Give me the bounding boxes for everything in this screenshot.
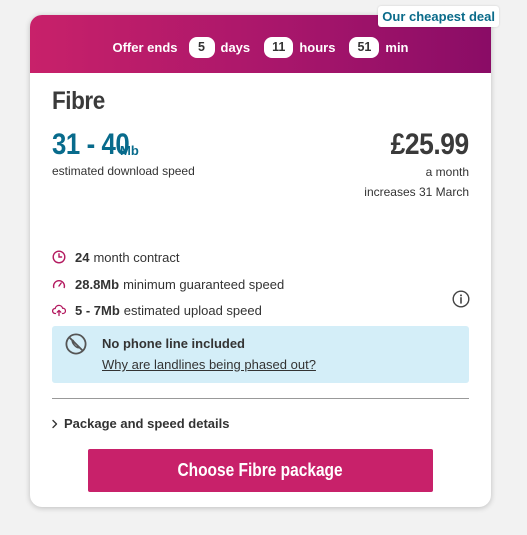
minutes-label: min (385, 39, 409, 55)
feature-upload-speed-value: 5 - 7Mb (75, 302, 120, 318)
price-period: a month (425, 165, 469, 179)
price-increase-note: increases 31 March (364, 185, 469, 199)
choose-package-button[interactable]: Choose Fibre package (88, 449, 433, 492)
choose-package-label: Choose Fibre package (177, 460, 344, 480)
feature-guaranteed-speed-text: minimum guaranteed speed (123, 276, 285, 292)
feature-upload-speed-text: estimated upload speed (123, 302, 262, 318)
landlines-phased-out-link[interactable]: Why are landlines being phased out? (102, 357, 316, 372)
speed-range: 31 - 40 (52, 128, 130, 161)
speedometer-icon (52, 277, 66, 291)
download-speed: 31 - 40 Mb (52, 128, 142, 162)
feature-contract-text: month contract (93, 249, 180, 265)
broadband-deal-card: Offer ends 5 days 11 hours 51 min Our ch… (30, 6, 499, 507)
no-phone-line-notice: No phone line included Why are landlines… (52, 326, 469, 383)
cloud-upload-icon (52, 303, 66, 317)
clock-icon (52, 250, 66, 264)
no-phone-icon (65, 333, 87, 355)
package-details-toggle[interactable]: Package and speed details (50, 416, 229, 431)
days-value: 5 (188, 36, 215, 58)
feature-guaranteed-speed: 28.8Mb minimum guaranteed speed (52, 275, 284, 293)
hours-value: 11 (264, 36, 294, 58)
hours-label: hours (299, 39, 336, 55)
info-icon[interactable] (452, 290, 470, 308)
speed-caption: estimated download speed (52, 164, 195, 178)
offer-ends-label: Offer ends (112, 39, 178, 55)
feature-guaranteed-speed-value: 28.8Mb (75, 276, 120, 292)
feature-contract: 24 month contract (52, 248, 179, 266)
feature-upload-speed: 5 - 7Mb estimated upload speed (52, 301, 262, 319)
chevron-right-icon (50, 419, 60, 429)
plan-name: Fibre (52, 87, 105, 115)
no-phone-line-title: No phone line included (102, 336, 245, 351)
days-label: days (220, 39, 251, 55)
speed-unit: Mb (120, 143, 139, 158)
monthly-price: £25.99 (390, 128, 470, 161)
divider (52, 398, 469, 399)
cheapest-deal-badge: Our cheapest deal (378, 6, 499, 27)
package-details-label: Package and speed details (64, 416, 230, 431)
feature-contract-value: 24 (75, 249, 90, 265)
minutes-value: 51 (349, 36, 380, 58)
